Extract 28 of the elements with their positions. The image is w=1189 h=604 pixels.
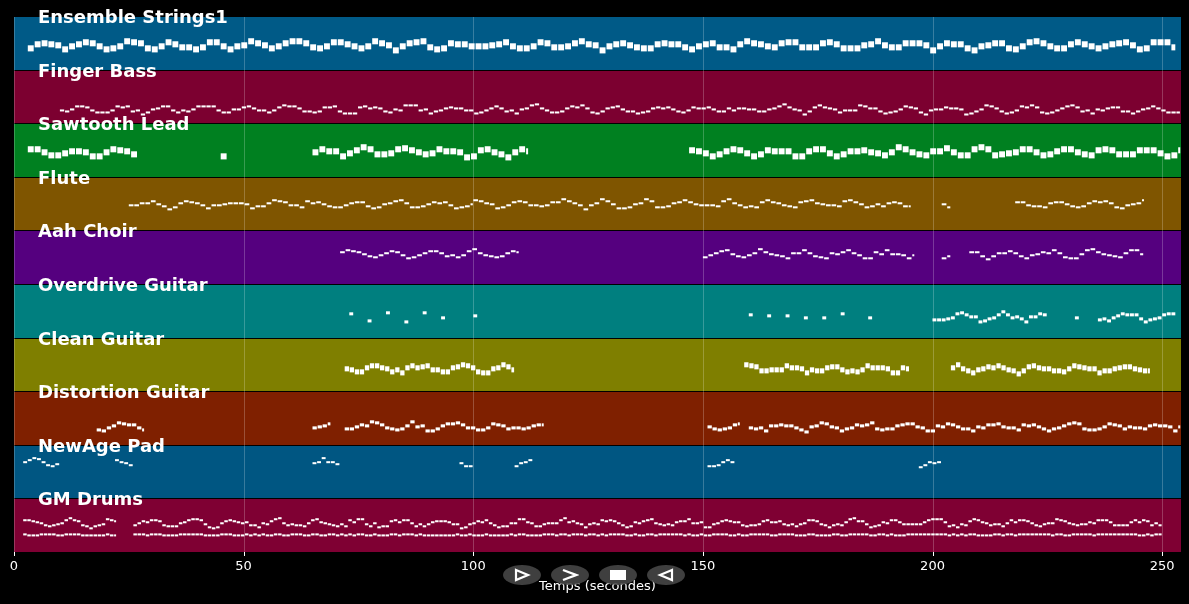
tick-mark bbox=[702, 552, 704, 556]
play-button[interactable] bbox=[503, 565, 541, 585]
tick-label: 200 bbox=[920, 558, 945, 573]
tick-label: 50 bbox=[235, 558, 252, 573]
track-name: Sawtooth Lead bbox=[38, 114, 190, 135]
tick-label: 150 bbox=[690, 558, 716, 573]
track-name: Aah Choir bbox=[38, 221, 137, 242]
chevron-right-icon bbox=[561, 568, 579, 582]
track-name: Ensemble Strings1 bbox=[38, 7, 228, 27]
play-icon bbox=[513, 568, 531, 582]
track-name: Finger Bass bbox=[38, 60, 157, 81]
rewind-icon bbox=[657, 568, 675, 582]
track-name: Overdrive Guitar bbox=[38, 274, 208, 295]
tick-mark bbox=[14, 552, 15, 556]
axis-title: Temps (secondes) bbox=[539, 578, 656, 593]
track-name: NewAge Pad bbox=[38, 435, 165, 456]
track-name: GM Drums bbox=[38, 489, 144, 510]
tick-mark bbox=[243, 552, 245, 556]
track-name: Clean Guitar bbox=[38, 328, 165, 349]
stop-icon bbox=[609, 568, 627, 582]
tick-label: 0 bbox=[9, 558, 19, 573]
tick-mark bbox=[473, 552, 475, 556]
tick-mark bbox=[932, 552, 934, 556]
tick-label: 250 bbox=[1149, 558, 1175, 573]
tick-label: 100 bbox=[460, 558, 486, 573]
tick-mark bbox=[1162, 552, 1164, 556]
track-name: Distortion Guitar bbox=[38, 382, 210, 403]
track-name: Flute bbox=[38, 167, 91, 188]
